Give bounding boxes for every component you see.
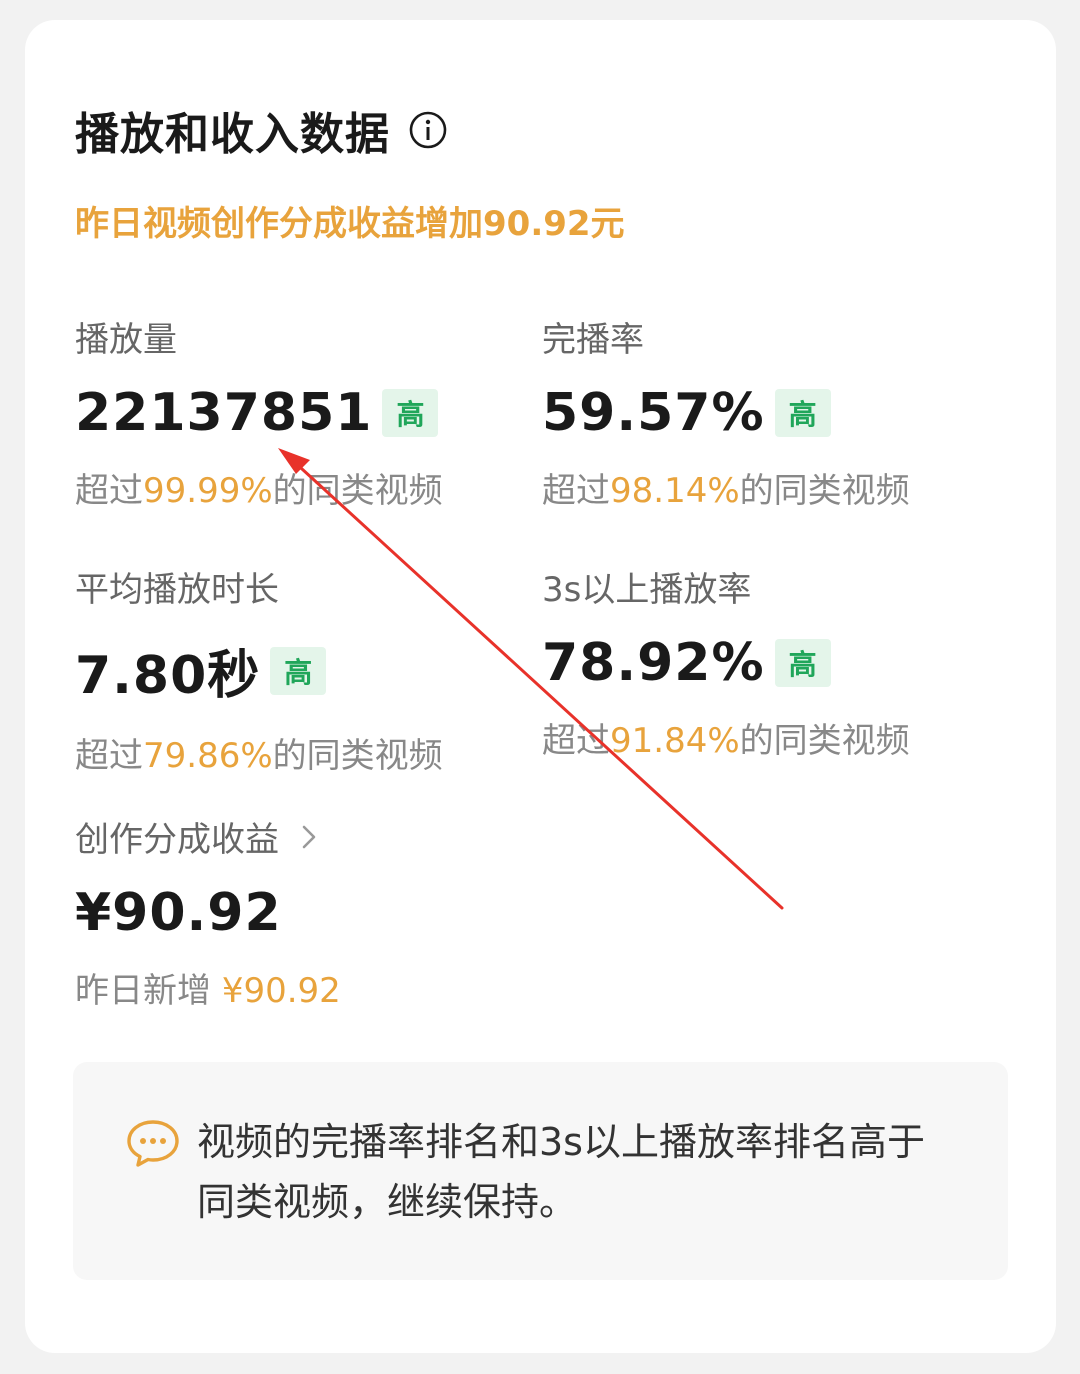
revenue-label: 创作分成收益 xyxy=(75,820,279,860)
compare-percent: 98.14% xyxy=(610,471,740,511)
metric-value-row: 59.57% 高 xyxy=(542,383,910,443)
metric-avg-duration: 平均播放时长 7.80秒 高 超过79.86%的同类视频 xyxy=(75,562,443,777)
tip-text: 视频的完播率排名和3s以上播放率排名高于同类视频，继续保持。 xyxy=(197,1120,925,1224)
compare-suffix: 的同类视频 xyxy=(739,721,910,761)
metric-plays: 播放量 22137851 高 超过99.99%的同类视频 xyxy=(75,312,443,512)
data-card: 播放和收入数据 昨日视频创作分成收益增加90.92元 播放量 22137851 … xyxy=(25,20,1056,1353)
revenue-new: 昨日新增 ¥90.92 xyxy=(75,963,341,1012)
metric-label: 平均播放时长 xyxy=(75,570,279,610)
revenue-new-value: ¥90.92 xyxy=(221,971,341,1011)
revenue-new-label: 昨日新增 xyxy=(75,971,211,1011)
compare-suffix: 的同类视频 xyxy=(272,736,443,776)
metric-compare: 超过79.86%的同类视频 xyxy=(75,728,443,777)
compare-suffix: 的同类视频 xyxy=(739,471,910,511)
metric-label: 播放量 xyxy=(75,320,177,360)
title-row: 播放和收入数据 xyxy=(75,98,448,162)
page-title: 播放和收入数据 xyxy=(75,109,390,160)
status-badge: 高 xyxy=(270,646,327,695)
revenue-link[interactable]: 创作分成收益 xyxy=(75,812,341,861)
metric-value: 78.92% xyxy=(542,633,765,693)
metric-value: 22137851 xyxy=(75,383,373,443)
metric-value-row: 78.92% 高 xyxy=(542,633,910,693)
earnings-summary: 昨日视频创作分成收益增加90.92元 xyxy=(75,204,625,244)
metric-label: 完播率 xyxy=(542,320,644,360)
metric-value: 7.80秒 xyxy=(75,646,261,706)
chevron-right-icon xyxy=(302,825,316,848)
revenue-section: 创作分成收益 ¥90.92 昨日新增 ¥90.92 xyxy=(75,812,341,1012)
metric-value-row: 22137851 高 xyxy=(75,383,443,443)
compare-suffix: 的同类视频 xyxy=(272,471,443,511)
status-badge: 高 xyxy=(382,389,439,437)
compare-percent: 91.84% xyxy=(610,721,740,761)
status-badge: 高 xyxy=(774,639,831,687)
metric-label: 3s以上播放率 xyxy=(542,570,752,610)
compare-prefix: 超过 xyxy=(542,721,610,761)
compare-prefix: 超过 xyxy=(75,471,143,511)
metric-compare: 超过99.99%的同类视频 xyxy=(75,463,443,512)
tip-box: 视频的完播率排名和3s以上播放率排名高于同类视频，继续保持。 xyxy=(73,1062,1008,1280)
metric-value-row: 7.80秒 高 xyxy=(75,633,443,708)
metric-completion: 完播率 59.57% 高 超过98.14%的同类视频 xyxy=(542,312,910,512)
chat-bubble-icon xyxy=(127,1120,179,1167)
metric-compare: 超过98.14%的同类视频 xyxy=(542,463,910,512)
info-circle-icon[interactable] xyxy=(408,110,448,150)
compare-percent: 79.86% xyxy=(143,736,273,776)
status-badge: 高 xyxy=(774,389,831,437)
compare-prefix: 超过 xyxy=(542,471,610,511)
revenue-value-row: ¥90.92 xyxy=(75,883,341,943)
compare-percent: 99.99% xyxy=(143,471,273,511)
metric-compare: 超过91.84%的同类视频 xyxy=(542,713,910,762)
revenue-value: ¥90.92 xyxy=(75,883,282,943)
compare-prefix: 超过 xyxy=(75,736,143,776)
metric-value: 59.57% xyxy=(542,383,765,443)
metric-3s-play-rate: 3s以上播放率 78.92% 高 超过91.84%的同类视频 xyxy=(542,562,910,762)
